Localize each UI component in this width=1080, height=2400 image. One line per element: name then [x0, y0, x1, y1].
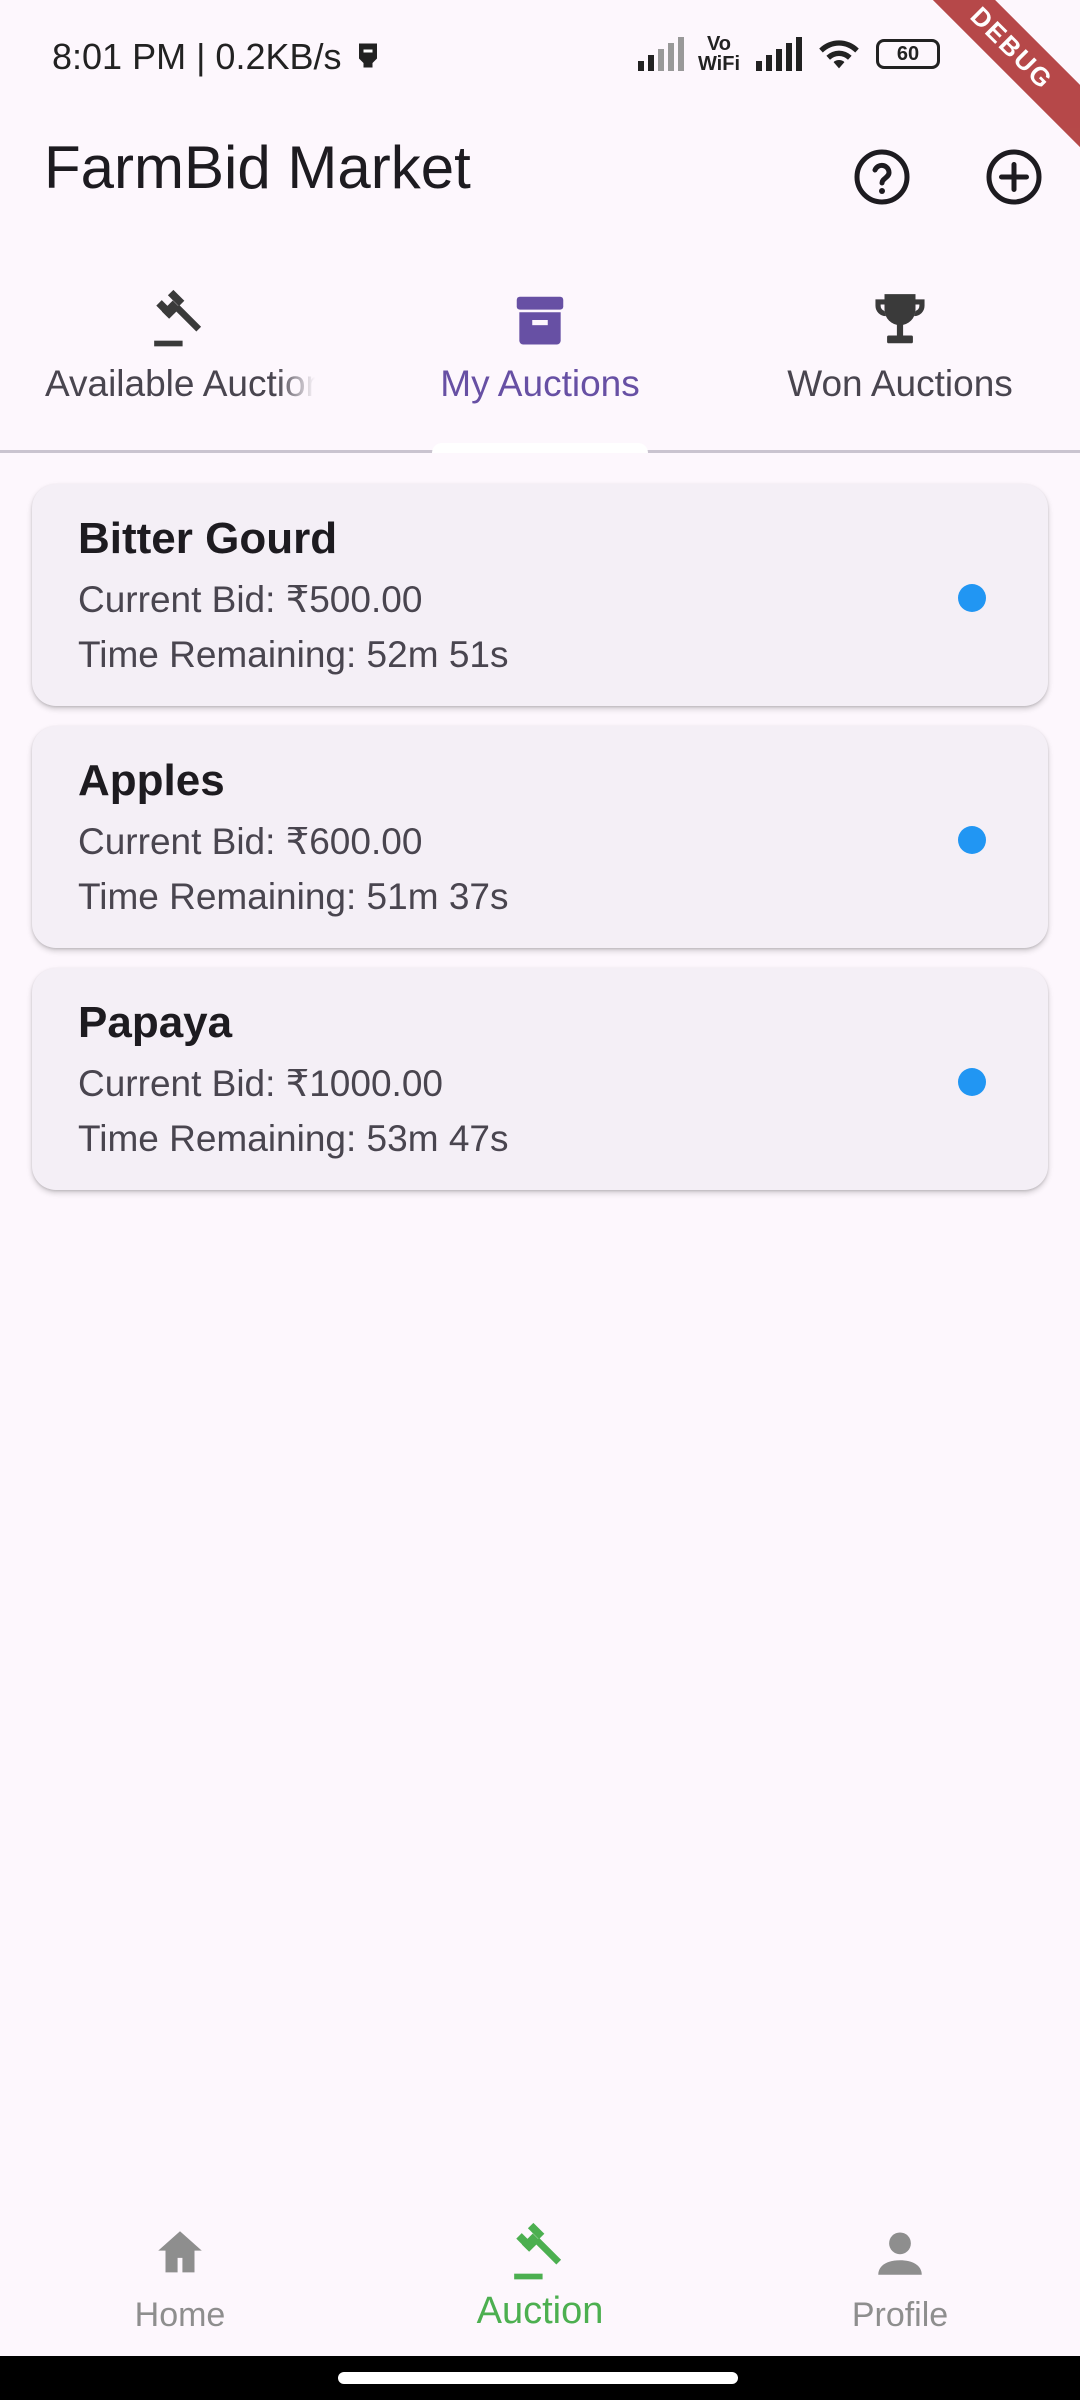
- gesture-bar: [0, 2356, 1080, 2400]
- active-tab-indicator: [432, 443, 648, 453]
- status-bar: 8:01 PM | 0.2KB/s Vo WiFi 60 DEBUG: [0, 0, 1080, 156]
- add-circle-icon: [986, 149, 1042, 205]
- auction-name: Apples: [78, 756, 225, 805]
- auction-status-dot: [958, 584, 986, 612]
- auction-name: Papaya: [78, 998, 233, 1047]
- archive-box-icon: [507, 287, 573, 353]
- tab-bar: Available Auctions My Auctions Won Aucti…: [0, 275, 1080, 453]
- add-auction-button[interactable]: [974, 137, 1054, 217]
- app-bar: FarmBid Market: [0, 115, 1080, 275]
- tab-label-won: Won Auctions: [787, 363, 1013, 404]
- gavel-icon: [147, 287, 213, 353]
- download-notification-icon: [350, 39, 386, 75]
- home-gesture-handle[interactable]: [338, 2372, 738, 2384]
- tab-label-available: Available Auctions: [45, 363, 315, 404]
- help-circle-icon: [854, 149, 910, 205]
- battery-icon: 60: [876, 39, 940, 69]
- auction-current-bid: Current Bid: ₹500.00: [78, 579, 423, 620]
- auction-current-bid: Current Bid: ₹600.00: [78, 821, 423, 862]
- auction-time-remaining: Time Remaining: 51m 37s: [78, 876, 509, 917]
- vowifi-indicator: Vo WiFi: [698, 34, 740, 74]
- app-screen: 8:01 PM | 0.2KB/s Vo WiFi 60 DEBUG FarmB…: [0, 0, 1080, 2400]
- nav-profile[interactable]: Profile: [720, 2200, 1080, 2356]
- auction-name: Bitter Gourd: [78, 514, 338, 563]
- nav-home[interactable]: Home: [0, 2200, 360, 2356]
- trophy-icon: [867, 287, 933, 353]
- auction-current-bid: Current Bid: ₹1000.00: [78, 1063, 443, 1104]
- wifi-icon: [819, 40, 859, 69]
- auction-status-dot: [958, 826, 986, 854]
- person-icon: [867, 2220, 933, 2286]
- signal-icon: [637, 37, 684, 71]
- auction-card[interactable]: Papaya Current Bid: ₹1000.00 Time Remain…: [32, 968, 1048, 1190]
- vowifi-top: Vo: [706, 33, 732, 55]
- battery-level: 60: [896, 42, 920, 65]
- auction-status-dot: [958, 1068, 986, 1096]
- nav-label-auction: Auction: [476, 2290, 604, 2332]
- nav-label-profile: Profile: [851, 2296, 949, 2334]
- status-left: 8:01 PM | 0.2KB/s: [52, 36, 386, 78]
- tab-available-auctions[interactable]: Available Auctions: [0, 275, 360, 450]
- status-right: Vo WiFi 60: [636, 34, 940, 74]
- auction-time-remaining: Time Remaining: 53m 47s: [78, 1118, 509, 1159]
- auction-time-remaining: Time Remaining: 52m 51s: [78, 634, 509, 675]
- bottom-navigation: Home Auction Profile: [0, 2200, 1080, 2356]
- tab-label-my: My Auctions: [440, 363, 640, 404]
- home-icon: [147, 2220, 213, 2286]
- gavel-icon: [507, 2220, 573, 2286]
- auction-list: Bitter Gourd Current Bid: ₹500.00 Time R…: [32, 484, 1048, 1210]
- auction-card[interactable]: Bitter Gourd Current Bid: ₹500.00 Time R…: [32, 484, 1048, 706]
- page-title: FarmBid Market: [44, 134, 471, 201]
- vowifi-bottom: WiFi: [697, 53, 740, 75]
- nav-label-home: Home: [134, 2296, 226, 2334]
- status-time-speed: 8:01 PM | 0.2KB/s: [52, 36, 342, 77]
- auction-card[interactable]: Apples Current Bid: ₹600.00 Time Remaini…: [32, 726, 1048, 948]
- help-button[interactable]: [842, 137, 922, 217]
- tab-my-auctions[interactable]: My Auctions: [360, 275, 720, 450]
- tab-won-auctions[interactable]: Won Auctions: [720, 275, 1080, 450]
- signal-icon-2: [756, 37, 802, 71]
- nav-auction[interactable]: Auction: [360, 2200, 720, 2356]
